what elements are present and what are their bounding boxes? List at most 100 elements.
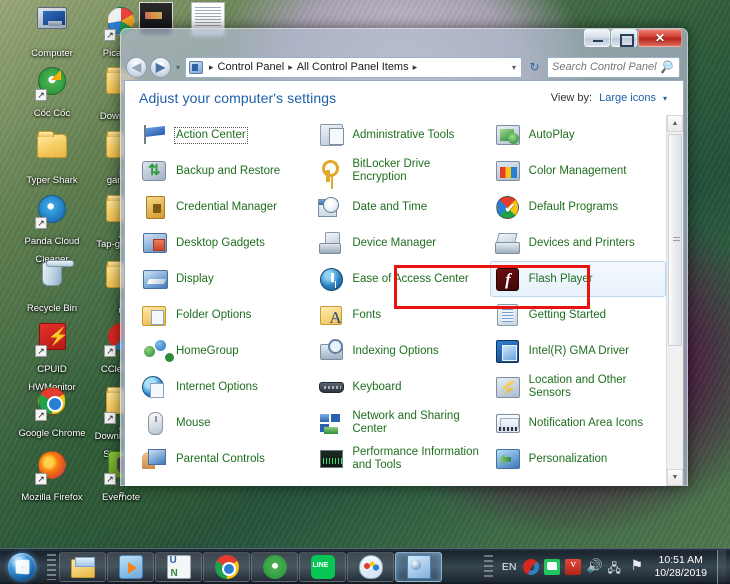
cp-item-label: Color Management xyxy=(529,165,627,178)
ccleaner-tray-icon[interactable] xyxy=(523,559,539,575)
cp-item-administrative-tools[interactable]: Administrative Tools xyxy=(313,117,489,153)
cp-item-device-manager[interactable]: Device Manager xyxy=(313,225,489,261)
cp-item-backup-and-restore[interactable]: Backup and Restore xyxy=(137,153,313,189)
desktop-icon-typer-shark[interactable]: Typer Shark xyxy=(14,128,90,188)
cp-item-mouse[interactable]: Mouse xyxy=(137,405,313,441)
backup-and-restore-icon xyxy=(142,158,168,184)
desktop-icon-c-c-c-c[interactable]: ↗Cốc Cốc xyxy=(14,64,90,121)
taskbar-button-media-player[interactable] xyxy=(107,552,154,582)
cp-item-indexing-options[interactable]: Indexing Options xyxy=(313,333,489,369)
cp-item-internet-options[interactable]: Internet Options xyxy=(137,369,313,405)
cp-item-bitlocker-drive-encryption[interactable]: BitLocker Drive Encryption xyxy=(313,153,489,189)
taskbar-button-line-messenger[interactable] xyxy=(299,552,346,582)
desktop-icon-mozilla-firefox[interactable]: ↗Mozilla Firefox xyxy=(14,448,90,505)
search-input[interactable] xyxy=(552,61,660,73)
cp-item-fonts[interactable]: Fonts xyxy=(313,297,489,333)
taskbar-button-control-panel[interactable] xyxy=(395,552,442,582)
taskbar-button-paint[interactable] xyxy=(347,552,394,582)
desktop-icon-panda-cloud-cleaner[interactable]: ↗Panda Cloud Cleaner xyxy=(14,192,90,267)
cp-item-label: Backup and Restore xyxy=(176,165,280,178)
minimize-button[interactable] xyxy=(584,29,610,47)
maximize-button[interactable] xyxy=(611,29,637,47)
messenger-tray-icon[interactable] xyxy=(544,559,560,575)
action-center-flag-icon[interactable] xyxy=(628,559,644,575)
cp-item-parental-controls[interactable]: Parental Controls xyxy=(137,441,313,477)
cp-item-flash-player[interactable]: Flash Player xyxy=(490,261,666,297)
cp-item-network-and-sharing-center[interactable]: Network and Sharing Center xyxy=(313,405,489,441)
search-box[interactable]: 🔍 xyxy=(547,57,680,78)
breadcrumb-control-panel[interactable]: Control Panel xyxy=(217,61,286,73)
cp-item-label: Ease of Access Center xyxy=(352,273,468,286)
antivirus-tray-icon[interactable] xyxy=(565,559,581,575)
cp-item-autoplay[interactable]: AutoPlay xyxy=(490,117,666,153)
taskbar-button-windows-explorer[interactable] xyxy=(59,552,106,582)
taskbar-button-unikey[interactable] xyxy=(155,552,202,582)
desktop-icon-recycle-bin[interactable]: Recycle Bin xyxy=(14,258,90,316)
display-icon xyxy=(142,266,168,292)
clock[interactable]: 10:51 AM 10/28/2019 xyxy=(648,554,711,580)
address-dropdown-icon[interactable]: ▾ xyxy=(512,63,519,72)
navigation-bar: ◀ ▶ ▾ ▸ Control Panel ▸ All Control Pane… xyxy=(124,54,684,80)
cp-item-credential-manager[interactable]: Credential Manager xyxy=(137,189,313,225)
cp-item-folder-options[interactable]: Folder Options xyxy=(137,297,313,333)
administrative-tools-icon xyxy=(318,122,344,148)
scrollbar-thumb[interactable] xyxy=(668,134,682,346)
cp-item-color-management[interactable]: Color Management xyxy=(490,153,666,189)
desktop-icon-label: Mozilla Firefox xyxy=(21,492,82,503)
cp-item-label: Action Center xyxy=(176,129,246,142)
start-button[interactable] xyxy=(0,550,44,584)
breadcrumb-all-control-panel-items[interactable]: All Control Panel Items xyxy=(296,61,410,73)
view-by-control[interactable]: View by: Large icons ▾ xyxy=(551,92,667,104)
tray-grip[interactable] xyxy=(484,555,493,579)
chevron-down-icon[interactable]: ▾ xyxy=(663,94,667,103)
vertical-scrollbar[interactable]: ▲ ▼ xyxy=(666,115,683,486)
scrollbar-track[interactable] xyxy=(667,132,683,469)
cp-item-intel-r-gma-driver[interactable]: Intel(R) GMA Driver xyxy=(490,333,666,369)
cp-item-personalization[interactable]: Personalization xyxy=(490,441,666,477)
cp-item-date-and-time[interactable]: Date and Time xyxy=(313,189,489,225)
cp-item-display[interactable]: Display xyxy=(137,261,313,297)
shortcut-overlay-icon: ↗ xyxy=(35,345,47,357)
address-bar[interactable]: ▸ Control Panel ▸ All Control Panel Item… xyxy=(185,57,522,78)
scroll-up-button[interactable]: ▲ xyxy=(667,115,683,132)
default-programs-icon xyxy=(495,194,521,220)
refresh-button[interactable]: ↻ xyxy=(525,58,544,77)
window-body: Adjust your computer's settings View by:… xyxy=(124,80,684,486)
cp-item-devices-and-printers[interactable]: Devices and Printers xyxy=(490,225,666,261)
cp-item-label: Flash Player xyxy=(529,273,593,286)
shortcut-overlay-icon: ↗ xyxy=(35,89,47,101)
items-area: Action Center Administrative ToolsAutoPla… xyxy=(125,115,683,486)
window-titlebar[interactable]: ✕ xyxy=(124,28,684,54)
control-panel-window[interactable]: ✕ ◀ ▶ ▾ ▸ Control Panel ▸ All Control Pa… xyxy=(120,28,688,486)
scroll-down-button[interactable]: ▼ xyxy=(667,469,683,486)
cp-item-getting-started[interactable]: Getting Started xyxy=(490,297,666,333)
network-icon[interactable] xyxy=(607,559,623,575)
cp-item-action-center[interactable]: Action Center xyxy=(137,117,313,153)
coccoc-icon: ↗ xyxy=(35,67,69,101)
forward-button[interactable]: ▶ xyxy=(150,57,171,78)
cp-item-desktop-gadgets[interactable]: Desktop Gadgets xyxy=(137,225,313,261)
cp-item-location-and-other-sensors[interactable]: Location and Other Sensors xyxy=(490,369,666,405)
desktop-icon-computer[interactable]: Computer xyxy=(14,4,90,61)
cp-item-default-programs[interactable]: Default Programs xyxy=(490,189,666,225)
cp-item-ease-of-access-center[interactable]: Ease of Access Center xyxy=(313,261,489,297)
close-button[interactable]: ✕ xyxy=(638,29,682,47)
taskbar-button-coccoc-browser[interactable] xyxy=(251,552,298,582)
cp-item-keyboard[interactable]: Keyboard xyxy=(313,369,489,405)
date-and-time-icon xyxy=(318,194,344,220)
language-indicator[interactable]: EN xyxy=(499,561,520,573)
back-button[interactable]: ◀ xyxy=(126,57,147,78)
cp-item-notification-area-icons[interactable]: Notification Area Icons xyxy=(490,405,666,441)
breadcrumb-separator-0: ▸ xyxy=(206,62,217,73)
recent-pages-button[interactable]: ▾ xyxy=(174,63,182,72)
taskbar-grip[interactable] xyxy=(47,554,56,580)
volume-icon[interactable] xyxy=(586,559,602,575)
desktop-icon-google-chrome[interactable]: ↗Google Chrome xyxy=(14,384,90,441)
show-desktop-button[interactable] xyxy=(717,550,726,584)
view-by-value[interactable]: Large icons xyxy=(599,92,656,104)
google-chrome-icon: ↗ xyxy=(35,387,69,421)
taskbar-button-google-chrome[interactable] xyxy=(203,552,250,582)
cp-item-homegroup[interactable]: HomeGroup xyxy=(137,333,313,369)
cp-item-performance-information-and-tools[interactable]: Performance Information and Tools xyxy=(313,441,489,477)
shortcut-overlay-icon: ↗ xyxy=(35,409,47,421)
